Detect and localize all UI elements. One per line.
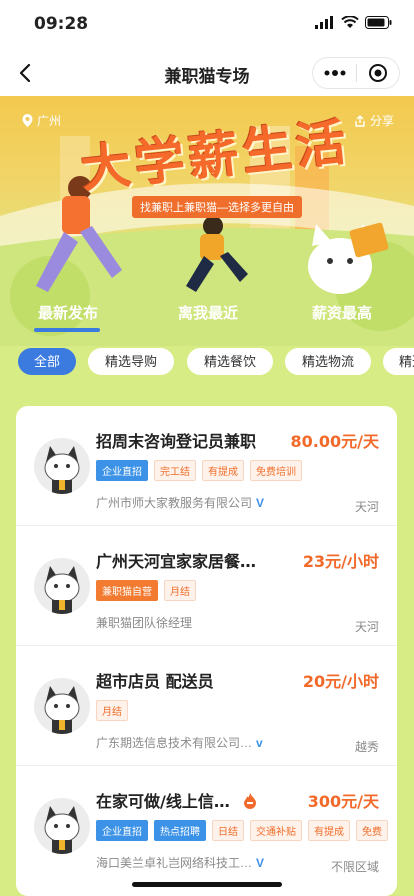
job-tag: 兼职猫自营 [96,580,158,601]
job-list: 招周末咨询登记员兼职 80.00元/天 企业直招 完工结 有提成 免费培训 广州… [16,406,397,896]
tab-latest[interactable]: 最新发布 [38,302,98,323]
more-button[interactable] [313,70,356,76]
status-icons [315,16,392,29]
share-button[interactable]: 分享 [354,112,394,129]
job-tags: 企业直招 完工结 有提成 免费培训 [96,460,302,481]
job-title: 在家可做/线上信… [96,788,257,812]
job-area: 越秀 [354,740,379,754]
hot-flame-icon [244,793,257,809]
job-tag: 月结 [164,580,196,601]
job-tags: 月结 [96,700,128,721]
company-avatar [34,798,90,854]
job-tag: 完工结 [154,460,196,481]
filter-more[interactable]: 精选 [383,348,414,375]
tab-highest-pay[interactable]: 薪资最高 [312,302,372,323]
location-pin-icon [22,114,33,127]
company-name: 海口美兰卓礼岂网络科技工… V [96,854,264,871]
job-salary: 20元/小时 [302,672,379,691]
share-label: 分享 [369,114,394,128]
company-name: 兼职猫团队徐经理 [96,614,192,631]
job-item[interactable]: 超市店员 配送员 20元/小时 月结 广东期选信息技术有限公司… v 越秀 [16,646,397,766]
job-salary: 300元/天 [307,792,379,811]
status-bar: 09:28 [0,0,414,50]
tab-nearest[interactable]: 离我最近 [178,302,238,323]
job-tag: 企业直招 [96,460,148,481]
job-tag: 企业直招 [96,820,148,841]
company-name: 广东期选信息技术有限公司… v [96,734,263,751]
company-label: 广东期选信息技术有限公司… [96,736,253,750]
job-item[interactable]: 广州天河宜家家居餐… 23元/小时 兼职猫自营 月结 兼职猫团队徐经理 天河 [16,526,397,646]
job-area: 天河 [354,500,379,514]
company-label: 广州市师大家教服务有限公司 [96,496,253,510]
company-avatar [34,678,90,734]
company-label: 海口美兰卓礼岂网络科技工… [96,856,253,870]
job-item[interactable]: 招周末咨询登记员兼职 80.00元/天 企业直招 完工结 有提成 免费培训 广州… [16,406,397,526]
cat-mascot-icon [34,438,90,494]
company-avatar [34,438,90,494]
cat-mascot-icon [34,798,90,854]
filter-catering[interactable]: 精选餐饮 [187,348,273,375]
close-miniprogram-button[interactable] [357,63,399,83]
location-selector[interactable]: 广州 [22,112,61,129]
job-title: 超市店员 配送员 [96,672,214,691]
verified-icon: V [256,496,265,510]
location-label: 广州 [37,114,62,128]
sort-tabs: 最新发布 离我最近 薪资最高 [0,296,414,336]
filter-shopping-guide[interactable]: 精选导购 [88,348,174,375]
verified-icon: V [256,856,265,870]
job-tag: 有提成 [308,820,350,841]
banner-slogan: 找兼职上兼职猫—选择多更自由 [132,196,302,218]
job-tag: 月结 [96,700,128,721]
home-indicator [132,882,282,887]
verified-icon: v [256,736,263,750]
job-title-text: 在家可做/线上信… [96,792,230,811]
filter-logistics[interactable]: 精选物流 [285,348,371,375]
company-avatar [34,558,90,614]
target-icon [368,64,387,82]
company-name: 广州市师大家教服务有限公司 V [96,494,264,511]
cat-mascot-icon [34,558,90,614]
job-tag: 日结 [212,820,244,841]
job-title: 广州天河宜家家居餐… [96,552,257,571]
signal-icon [315,16,333,29]
job-salary: 80.00元/天 [290,432,379,451]
job-tag: 热点招聘 [154,820,206,841]
more-dots-icon [324,70,345,76]
category-filters: 全部 精选导购 精选餐饮 精选物流 精选 [0,348,414,376]
job-salary: 23元/小时 [302,552,379,571]
cat-mascot-icon [34,678,90,734]
wifi-icon [341,16,359,28]
job-tag: 免费培训 [250,460,302,481]
status-time: 09:28 [34,14,89,34]
job-tags: 企业直招 热点招聘 日结 交通补贴 有提成 免费 [96,820,388,841]
job-item[interactable]: 在家可做/线上信… 300元/天 企业直招 热点招聘 日结 交通补贴 有提成 免… [16,766,397,886]
nav-bar: 兼职猫专场 [0,50,414,96]
job-tags: 兼职猫自营 月结 [96,580,196,601]
battery-icon [365,16,392,29]
miniprogram-capsule [312,57,400,89]
company-label: 兼职猫团队徐经理 [96,616,193,630]
filter-all[interactable]: 全部 [18,348,76,375]
job-area: 天河 [354,620,379,634]
active-tab-indicator [34,328,100,332]
job-title: 招周末咨询登记员兼职 [96,432,257,451]
job-tag: 免费 [356,820,388,841]
job-tag: 交通补贴 [250,820,302,841]
job-area: 不限区域 [330,860,379,874]
job-tag: 有提成 [202,460,244,481]
